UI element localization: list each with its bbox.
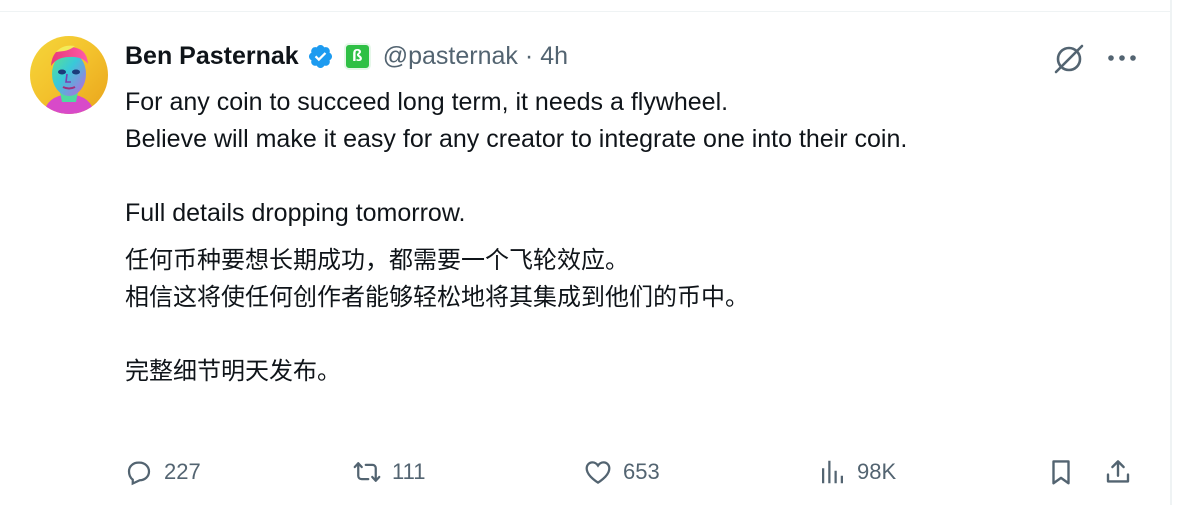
repost-button[interactable]: 111 [352, 452, 425, 492]
tweet-header: Ben Pasternak ß @pasternak · 4h [125, 36, 568, 76]
text-line-cn-2: 相信这将使任何创作者能够轻松地将其集成到他们的币中。 [125, 283, 749, 311]
text-line-cn-1: 任何币种要想长期成功，都需要一个飞轮效应。 [125, 246, 629, 274]
bookmark-icon [1052, 460, 1070, 485]
reply-button[interactable]: 227 [124, 452, 201, 492]
views-count: 98K [857, 459, 897, 484]
repost-count: 111 [392, 459, 426, 484]
verified-badge-icon[interactable] [307, 43, 334, 70]
like-count: 653 [623, 459, 660, 484]
post-timestamp[interactable]: 4h [540, 42, 568, 71]
affiliate-badge[interactable]: ß [343, 42, 371, 70]
header-separator: · [524, 41, 534, 70]
share-icon [1106, 460, 1130, 483]
bookmark-button[interactable] [1046, 452, 1076, 492]
author-name[interactable]: Ben Pasternak [125, 42, 299, 71]
repost-icon [353, 462, 381, 482]
like-button[interactable]: 653 [583, 452, 660, 492]
avatar-image [30, 36, 108, 114]
tweet-card[interactable]: Ben Pasternak ß @pasternak · 4h For any … [0, 12, 1170, 505]
text-line-cn-3: 完整细节明天发布。 [125, 357, 341, 385]
timeline-border [1170, 0, 1172, 505]
grok-icon[interactable] [1052, 42, 1086, 76]
reply-count: 227 [164, 459, 201, 484]
share-button[interactable] [1103, 452, 1133, 492]
text-line-en-3: Full details dropping tomorrow. [125, 199, 466, 227]
author-handle[interactable]: @pasternak [383, 42, 518, 71]
avatar[interactable] [30, 36, 108, 114]
text-line-en-2: Believe will make it easy for any creato… [125, 125, 908, 153]
reply-icon [127, 461, 151, 486]
views-icon [822, 460, 843, 484]
tweet-text: For any coin to succeed long term, it ne… [125, 84, 1145, 390]
more-icon[interactable] [1105, 50, 1139, 66]
heart-icon [585, 461, 611, 484]
views-button[interactable]: 98K [817, 452, 896, 492]
action-bar: 227 111 653 98K [0, 452, 1170, 492]
text-line-en-1: For any coin to succeed long term, it ne… [125, 88, 729, 116]
